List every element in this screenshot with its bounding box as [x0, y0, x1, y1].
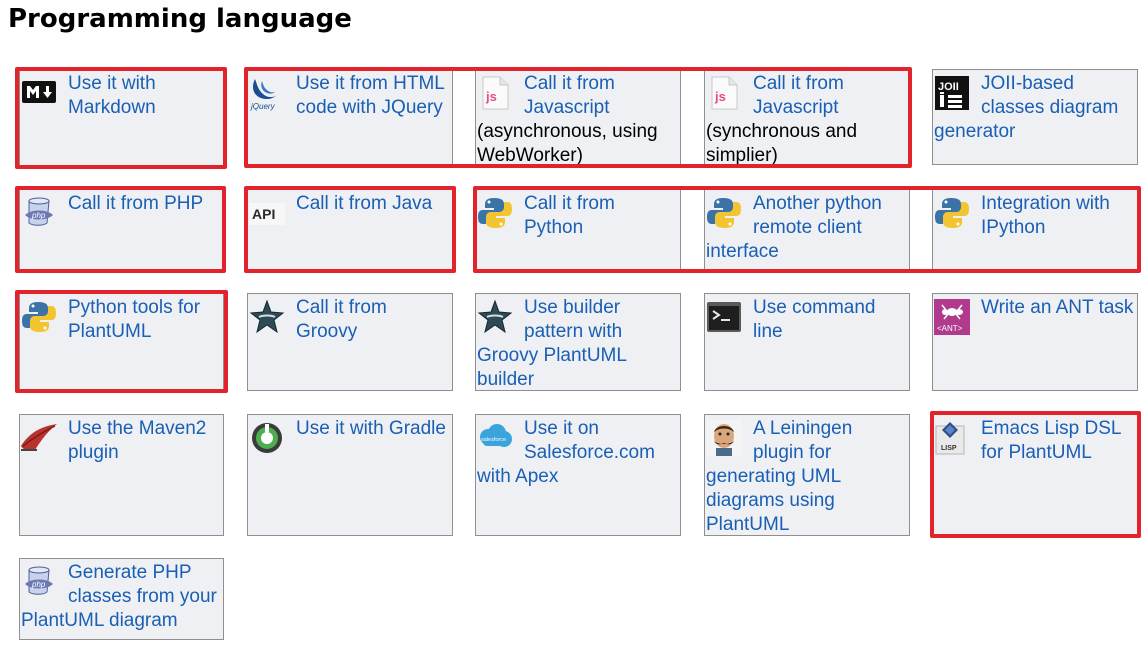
- svg-text:<ANT>: <ANT>: [937, 324, 963, 333]
- card-label: Python tools for PlantUML: [68, 297, 201, 342]
- card-javascript-sync[interactable]: js Call it from Javascript (synchronous …: [704, 69, 910, 165]
- card-label: Call it from Javascript: [524, 73, 615, 118]
- card-label: Use the Maven2 plugin: [68, 418, 207, 463]
- card-maven[interactable]: Use the Maven2 plugin: [19, 414, 224, 536]
- card-java[interactable]: API Call it from Java: [247, 189, 453, 271]
- card-label: Write an ANT task: [981, 297, 1134, 318]
- card-label: Integration with IPython: [981, 193, 1110, 238]
- svg-text:php: php: [31, 580, 46, 589]
- salesforce-cloud-icon: salesforce: [477, 420, 513, 456]
- card-jquery[interactable]: jQuery Use it from HTML code with JQuery: [247, 69, 453, 165]
- python-icon: [706, 195, 742, 231]
- javascript-file-icon: js: [706, 75, 742, 111]
- card-note: (synchronous and simplier): [706, 121, 858, 165]
- card-label: Call it from Javascript: [753, 73, 844, 118]
- card-joii[interactable]: JOII JOII-based classes diagram generato…: [932, 69, 1138, 165]
- card-emacs-lisp[interactable]: LISP Emacs Lisp DSL for PlantUML: [932, 414, 1138, 536]
- card-label: Call it from Java: [296, 193, 433, 214]
- svg-text:LISP: LISP: [941, 445, 957, 452]
- lisp-icon: LISP: [934, 420, 970, 456]
- svg-text:API: API: [252, 206, 275, 222]
- card-gradle[interactable]: Use it with Gradle: [247, 414, 453, 536]
- php-icon: php: [21, 195, 57, 231]
- svg-text:js: js: [485, 89, 497, 104]
- card-python-remote[interactable]: Another python remote client interface: [704, 189, 910, 271]
- card-python-tools[interactable]: Python tools for PlantUML: [19, 293, 224, 391]
- card-python[interactable]: Call it from Python: [475, 189, 681, 271]
- svg-text:jQuery: jQuery: [250, 102, 276, 111]
- card-groovy[interactable]: Call it from Groovy: [247, 293, 453, 391]
- card-ant[interactable]: <ANT> Write an ANT task: [932, 293, 1138, 391]
- gradle-icon: [249, 420, 285, 456]
- card-note: (asynchronous, using WebWorker): [477, 121, 658, 165]
- card-label: Use command line: [753, 297, 876, 342]
- card-label: Use it from HTML code with JQuery: [296, 73, 445, 118]
- card-javascript-async[interactable]: js Call it from Javascript (asynchronous…: [475, 69, 681, 165]
- card-command-line[interactable]: Use command line: [704, 293, 910, 391]
- card-groovy-builder[interactable]: Use builder pattern with Groovy PlantUML…: [475, 293, 681, 391]
- card-php[interactable]: php Call it from PHP: [19, 189, 224, 271]
- svg-text:JOII: JOII: [938, 81, 959, 93]
- python-icon: [21, 299, 57, 335]
- card-label: Emacs Lisp DSL for PlantUML: [981, 418, 1121, 463]
- groovy-star-icon: [249, 299, 285, 335]
- card-php-classes[interactable]: php Generate PHP classes from your Plant…: [19, 558, 224, 640]
- card-label: Call it from PHP: [68, 193, 204, 214]
- javascript-file-icon: js: [477, 75, 513, 111]
- api-icon: API: [249, 195, 285, 231]
- card-leiningen[interactable]: A Leiningen plugin for generating UML di…: [704, 414, 910, 536]
- maven-feather-icon: [21, 420, 57, 456]
- svg-text:php: php: [31, 211, 46, 220]
- card-label: Use it with Markdown: [68, 73, 156, 118]
- card-label: Call it from Groovy: [296, 297, 387, 342]
- groovy-star-icon: [477, 299, 513, 335]
- card-salesforce[interactable]: salesforce Use it on Salesforce.com with…: [475, 414, 681, 536]
- card-ipython[interactable]: Integration with IPython: [932, 189, 1138, 271]
- ant-icon: <ANT>: [934, 299, 970, 335]
- python-icon: [477, 195, 513, 231]
- page-title: Programming language: [8, 4, 352, 34]
- terminal-icon: [706, 299, 742, 335]
- markdown-icon: [21, 75, 57, 111]
- joii-icon: JOII: [934, 75, 970, 111]
- python-icon: [934, 195, 970, 231]
- leiningen-icon: [706, 420, 742, 456]
- svg-text:js: js: [714, 89, 726, 104]
- card-label: Use it with Gradle: [296, 418, 446, 439]
- jquery-icon: jQuery: [249, 75, 285, 111]
- card-label: Call it from Python: [524, 193, 615, 238]
- php-icon: php: [21, 564, 57, 600]
- card-markdown[interactable]: Use it with Markdown: [19, 69, 224, 169]
- svg-text:salesforce: salesforce: [481, 437, 506, 443]
